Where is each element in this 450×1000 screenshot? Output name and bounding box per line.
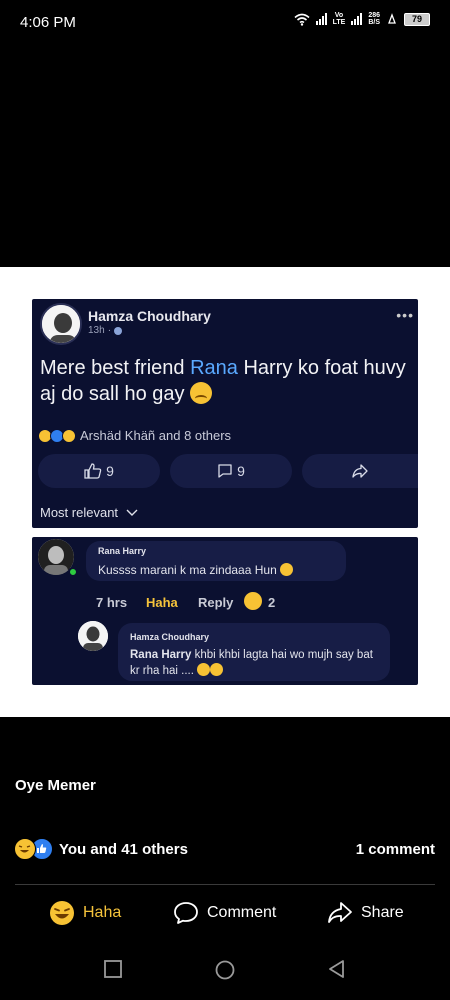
- reply-author: Hamza Choudhary: [130, 632, 210, 642]
- reply-mention: Rana Harry: [130, 649, 192, 661]
- author-avatar: [40, 303, 82, 345]
- sort-dropdown: Most relevant: [40, 505, 138, 520]
- post-like-count: 9: [106, 463, 114, 479]
- more-options-icon: •••: [396, 307, 414, 323]
- home-button[interactable]: [215, 960, 235, 980]
- post-text: Mere best friend Rana Harry ko foat huvy…: [40, 355, 410, 407]
- data-speed-value: 286: [368, 12, 380, 19]
- sad-emoji-icon: [197, 663, 211, 676]
- sort-label: Most relevant: [40, 505, 119, 520]
- post-reactions-text: Arshäd Khäñ and 8 others: [80, 428, 232, 443]
- post-share-pill: [302, 454, 418, 488]
- globe-icon: [114, 326, 123, 335]
- haha-reaction-icon: [14, 838, 36, 860]
- laughing-emoji-icon: [244, 592, 262, 610]
- shocked-emoji-icon: [280, 563, 294, 576]
- haha-button[interactable]: Haha: [49, 899, 121, 927]
- post-reactions: Arshäd Khäñ and 8 others: [38, 428, 231, 443]
- alarm-icon: [388, 13, 396, 24]
- post-mention: Rana: [190, 357, 238, 379]
- recents-button[interactable]: [104, 960, 122, 978]
- status-bar: 4:06 PM Vo LTE 286 B/S 79: [0, 0, 450, 44]
- comment-reaction-count: 2: [268, 595, 276, 610]
- battery-icon: 79: [404, 12, 430, 26]
- post-meta: 13h ·: [88, 325, 123, 336]
- share-icon: [328, 902, 352, 923]
- back-button[interactable]: [328, 960, 346, 978]
- system-nav-bar: [0, 950, 450, 990]
- comment-icon: [218, 464, 232, 478]
- comment-time: 7 hrs: [96, 595, 128, 610]
- reply-bubble: Hamza Choudhary Rana Harry khbi khbi lag…: [118, 623, 390, 681]
- comment-bubble: Rana Harry Kussss marani k ma zindaaa Hu…: [86, 541, 346, 581]
- comment-button-label: Comment: [207, 904, 277, 921]
- comment-button[interactable]: Comment: [173, 899, 276, 927]
- post-photo[interactable]: Hamza Choudhary 13h · ••• Mere best frie…: [0, 267, 450, 717]
- status-icons: Vo LTE 286 B/S 79: [294, 12, 430, 26]
- post-time: 13h: [88, 325, 105, 336]
- chevron-down-icon: [126, 509, 138, 516]
- crying-emoji-icon: [190, 382, 213, 404]
- post-like-pill: 9: [38, 454, 160, 488]
- thumbs-up-icon: [84, 463, 102, 479]
- data-speed: 286 B/S: [368, 12, 380, 26]
- wifi-icon: [294, 13, 310, 26]
- reply-avatar: [78, 621, 108, 651]
- data-speed-unit: B/S: [368, 19, 380, 26]
- comment-author: Rana Harry: [98, 546, 147, 556]
- screenshot-post-card: Hamza Choudhary 13h · ••• Mere best frie…: [32, 299, 418, 528]
- share-button-label: Share: [361, 904, 404, 921]
- reactions-summary[interactable]: You and 41 others: [14, 838, 188, 860]
- volte-bottom: LTE: [332, 19, 346, 26]
- share-button[interactable]: Share: [327, 899, 404, 927]
- haha-emoji-icon: [50, 901, 74, 925]
- signal-icon: [315, 13, 327, 25]
- post-author: Hamza Choudhary: [88, 308, 211, 324]
- haha-button-label: Haha: [83, 904, 122, 921]
- volte-top: Vo: [334, 12, 344, 19]
- reply-text-row: Rana Harry khbi khbi lagta hai wo mujh s…: [130, 647, 382, 679]
- post-comment-pill: 9: [170, 454, 292, 488]
- post-comment-count: 9: [237, 463, 245, 479]
- reactions-summary-text: You and 41 others: [59, 840, 188, 858]
- haha-reaction-icon: [62, 428, 76, 443]
- divider: [15, 884, 435, 885]
- crying-emoji-icon-small: [210, 663, 224, 676]
- screenshot-comments-card: Rana Harry Kussss marani k ma zindaaa Hu…: [32, 537, 418, 685]
- comments-count-link[interactable]: 1 comment: [356, 841, 435, 858]
- status-time: 4:06 PM: [20, 14, 76, 31]
- share-icon: [352, 464, 368, 478]
- comment-haha-label: Haha: [146, 595, 178, 610]
- post-caption: Oye Memer: [15, 777, 96, 794]
- comment-text-row: Kussss marani k ma zindaaa Hun: [98, 563, 294, 577]
- comment-icon: [174, 902, 198, 924]
- volte-icon: Vo LTE: [333, 12, 346, 26]
- online-status-dot: [68, 567, 78, 577]
- comment-reply-label: Reply: [198, 595, 234, 610]
- post-text-1: Mere best friend: [40, 357, 191, 379]
- comment-text: Kussss marani k ma zindaaa Hun: [98, 563, 277, 577]
- signal-icon-2: [351, 13, 363, 25]
